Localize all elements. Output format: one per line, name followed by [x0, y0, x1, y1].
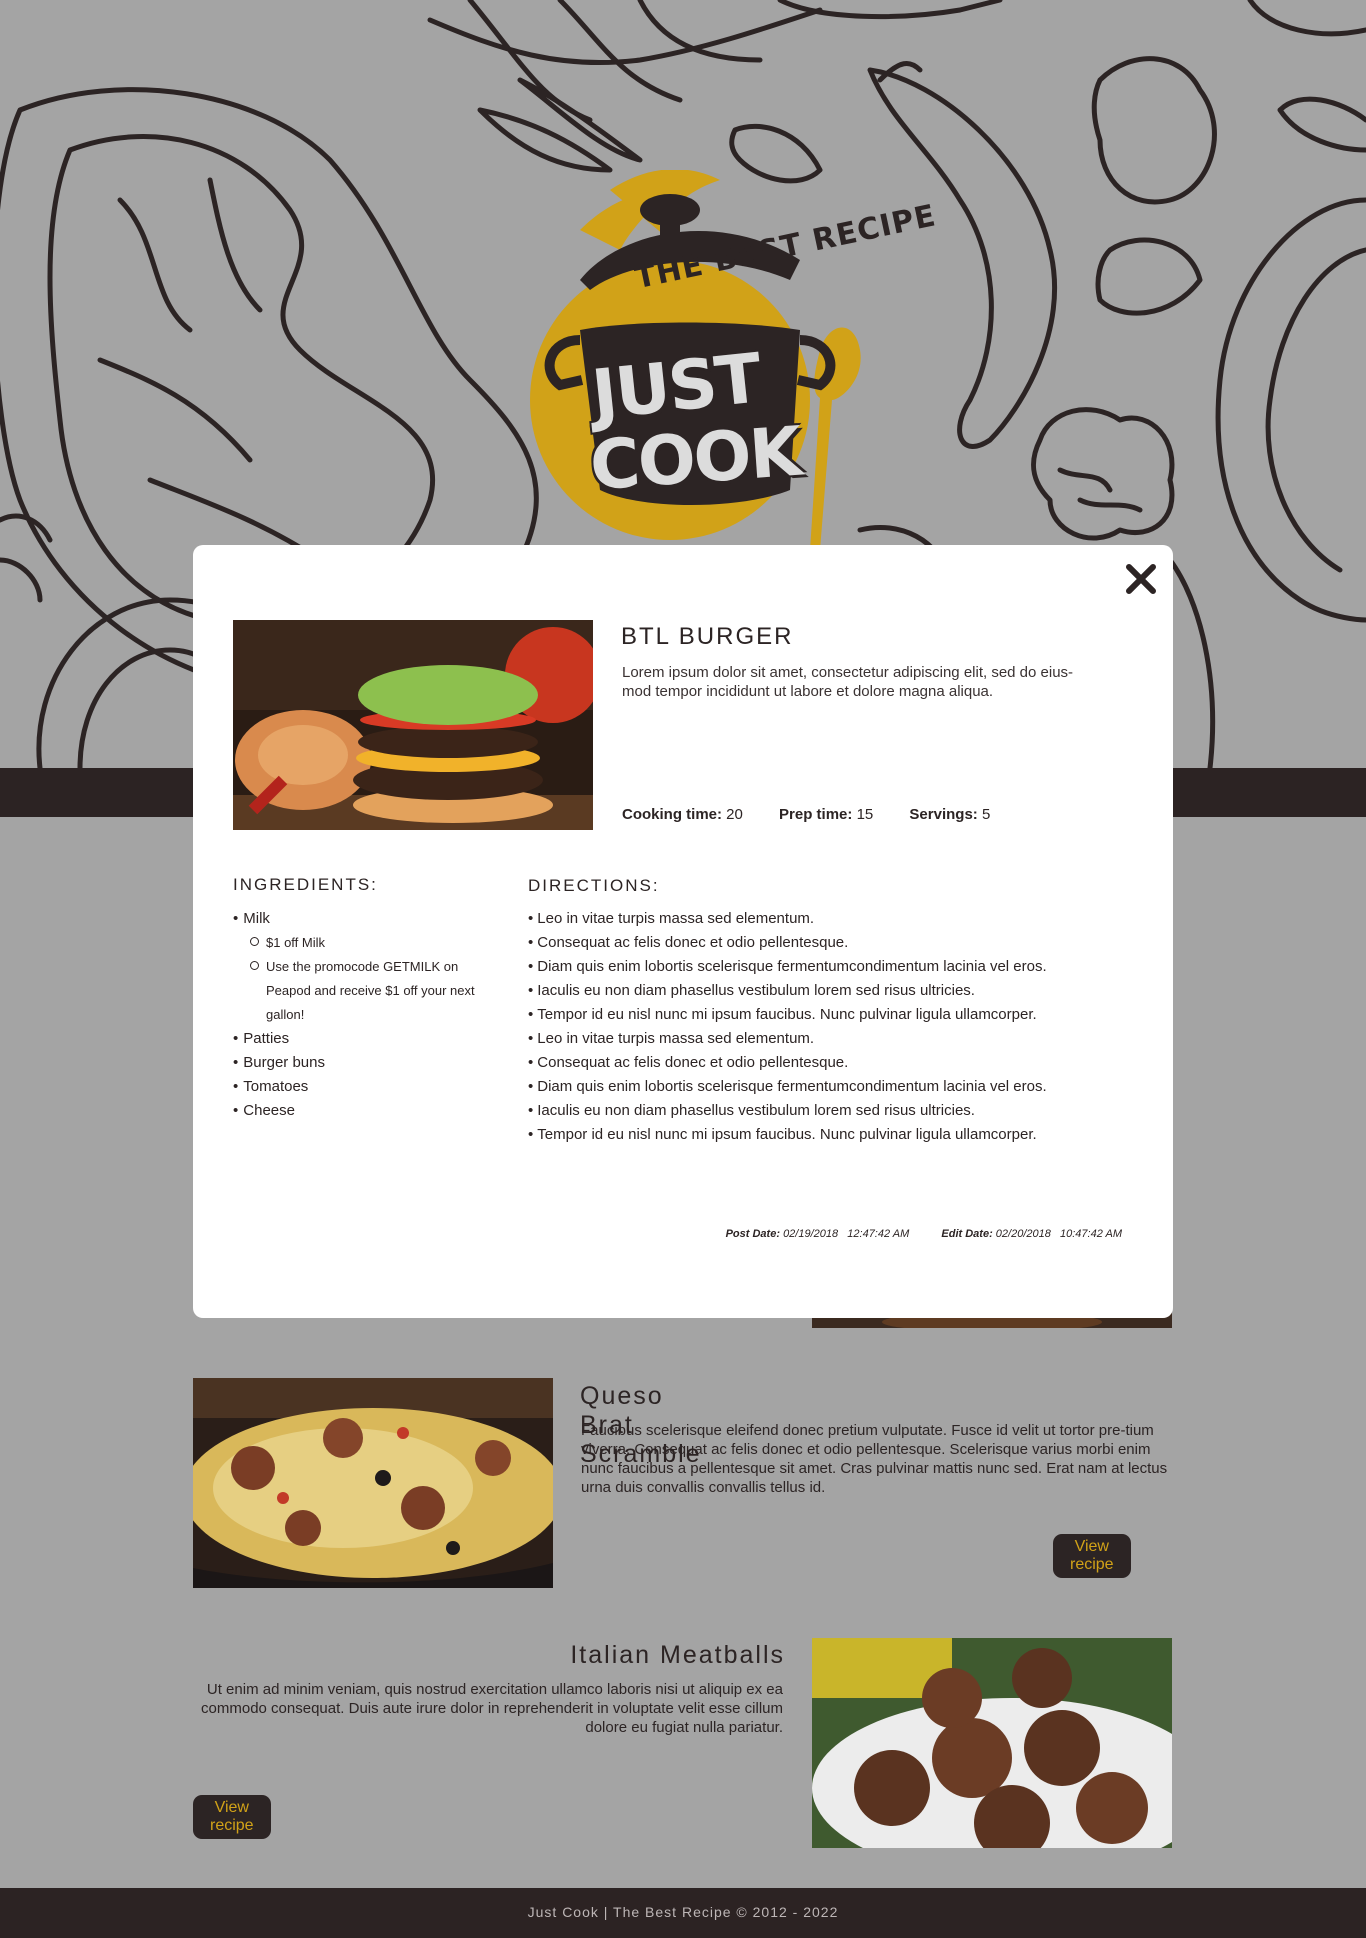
direction-step: Iaculis eu non diam phasellus vestibulum… — [528, 979, 1128, 1003]
prep-time: Prep time: 15 — [779, 806, 873, 823]
cooking-time-value: 20 — [726, 806, 743, 823]
recipe-dates: Post Date: 02/19/2018 12:47:42 AM Edit D… — [693, 1228, 1122, 1240]
footer-text: Just Cook | The Best Recipe © 2012 - 202… — [527, 1904, 839, 1920]
list-item: Burger buns — [233, 1051, 503, 1075]
meatballs-photo — [812, 1638, 1172, 1848]
cooking-time: Cooking time: 20 — [622, 806, 743, 823]
ingredient-milk: Milk — [243, 910, 270, 927]
list-item: Cheese — [233, 1099, 503, 1123]
cooking-time-label: Cooking time: — [622, 806, 722, 823]
ingredient-note: $1 off Milk — [266, 935, 326, 950]
ingredient-buns: Burger buns — [243, 1054, 325, 1071]
close-icon[interactable] — [1123, 561, 1159, 597]
just-cook-logo: THE BEST RECIPE JUST COOK — [520, 169, 939, 550]
view-recipe-button[interactable]: View recipe — [193, 1795, 271, 1839]
ingredient-patties: Patties — [243, 1030, 290, 1047]
recipe-title: Italian Meatballs — [570, 1641, 785, 1669]
servings-value: 5 — [981, 806, 991, 823]
list-item: Milk $1 off Milk Use the promocode GETMI… — [233, 907, 503, 1027]
queso-scramble-photo — [193, 1378, 553, 1588]
direction-step: Tempor id eu nisl nunc mi ipsum faucibus… — [528, 1123, 1128, 1147]
recipe-description: Ut enim ad minim veniam, quis nostrud ex… — [201, 1681, 783, 1736]
servings: Servings: 5 — [909, 806, 990, 823]
prep-time-value: 15 — [856, 806, 874, 823]
list-item: Tomatoes — [233, 1075, 503, 1099]
recipe-description: Lorem ipsum dolor sit amet, consectetur … — [622, 664, 1074, 700]
recipe-modal: BTL BURGER Lorem ipsum dolor sit amet, c… — [193, 545, 1173, 1318]
recipe-meta: Cooking time: 20 Prep time: 15 Servings:… — [622, 806, 1022, 823]
direction-step: Leo in vitae turpis massa sed elementum. — [528, 907, 1128, 931]
list-item: Patties — [233, 1027, 503, 1051]
post-date-label: Post Date: — [725, 1228, 780, 1240]
direction-step: Diam quis enim lobortis scelerisque ferm… — [528, 1075, 1128, 1099]
ingredient-note: Use the promocode GETMILK on Peapod and … — [266, 959, 475, 1022]
direction-step: Leo in vitae turpis massa sed elementum. — [528, 1027, 1128, 1051]
recipe-title: BTL BURGER — [621, 623, 794, 650]
ingredients-list: Milk $1 off Milk Use the promocode GETMI… — [233, 907, 503, 1123]
list-item: Use the promocode GETMILK on Peapod and … — [250, 955, 503, 1027]
ingredient-tomatoes: Tomatoes — [243, 1078, 309, 1095]
ingredients-heading: INGREDIENTS: — [233, 875, 378, 894]
edit-date-value: 02/20/2018 10:47:42 AM — [995, 1228, 1122, 1240]
ingredient-cheese: Cheese — [243, 1102, 295, 1119]
direction-step: Iaculis eu non diam phasellus vestibulum… — [528, 1099, 1128, 1123]
list-item: $1 off Milk — [250, 931, 503, 955]
recipe-image — [233, 620, 593, 830]
direction-step: Diam quis enim lobortis scelerisque ferm… — [528, 955, 1128, 979]
recipe-image[interactable] — [193, 1378, 553, 1588]
direction-step: Consequat ac felis donec et odio pellent… — [528, 1051, 1128, 1075]
prep-time-label: Prep time: — [779, 806, 853, 823]
burger-photo — [233, 620, 593, 830]
recipe-image[interactable] — [812, 1638, 1172, 1848]
direction-step: Consequat ac felis donec et odio pellent… — [528, 931, 1128, 955]
post-date-value: 02/19/2018 12:47:42 AM — [783, 1228, 910, 1240]
view-recipe-button[interactable]: View recipe — [1053, 1534, 1131, 1578]
direction-step: Tempor id eu nisl nunc mi ipsum faucibus… — [528, 1003, 1128, 1027]
servings-label: Servings: — [909, 806, 978, 823]
recipe-description: Faucibus scelerisque eleifend donec pret… — [581, 1422, 1168, 1496]
logo-word-cook: COOK — [587, 412, 803, 507]
edit-date-label: Edit Date: — [941, 1228, 993, 1240]
directions-list: Leo in vitae turpis massa sed elementum.… — [528, 907, 1128, 1147]
page-footer: Just Cook | The Best Recipe © 2012 - 202… — [0, 1888, 1366, 1938]
directions-heading: DIRECTIONS: — [528, 876, 660, 895]
sub-list: $1 off Milk Use the promocode GETMILK on… — [233, 931, 503, 1027]
